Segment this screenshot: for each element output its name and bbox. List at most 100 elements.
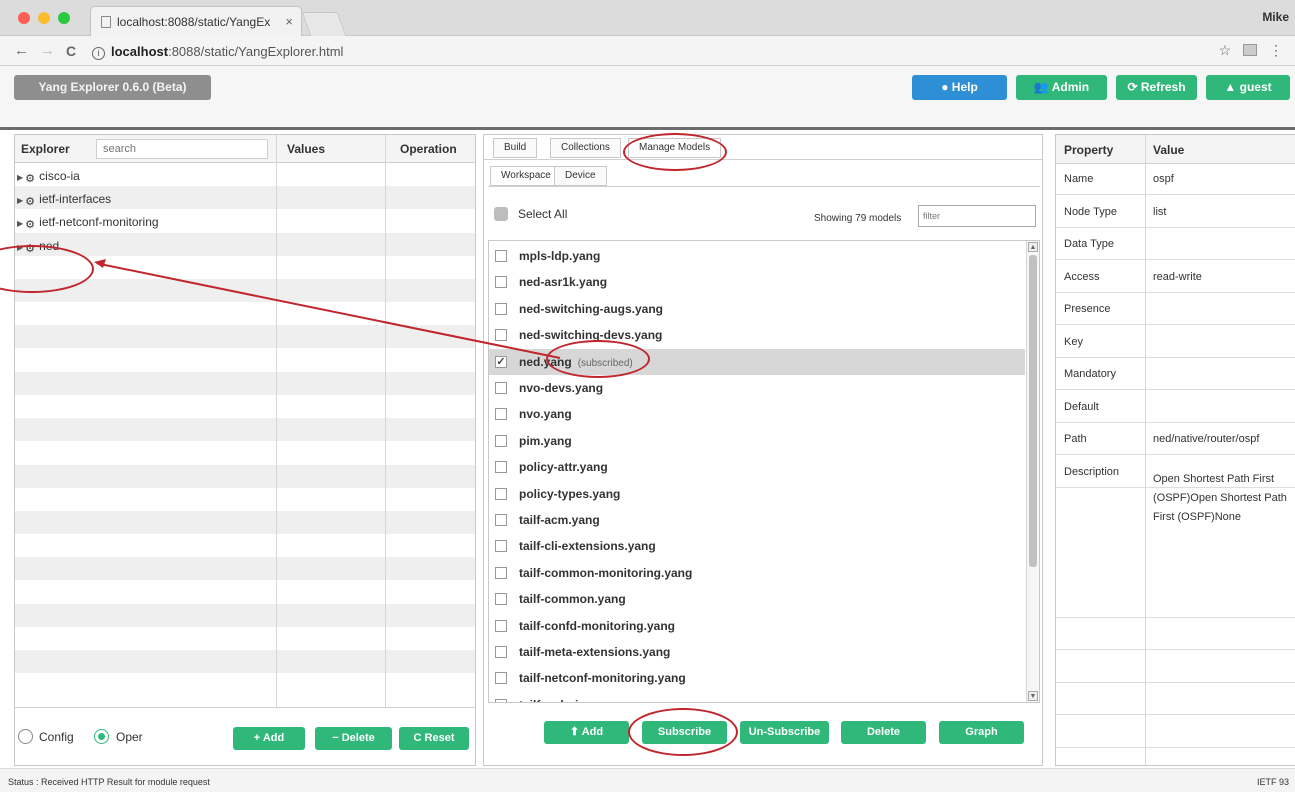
values-column-header: Values (287, 142, 326, 156)
model-checkbox[interactable] (495, 540, 507, 553)
admin-label: Admin (1051, 80, 1090, 94)
add-model-label: Add (581, 726, 604, 738)
model-list-item[interactable]: nvo.yang (489, 401, 1025, 427)
scroll-thumb[interactable] (1029, 255, 1037, 567)
add-model-button[interactable]: ⬆ Add (544, 721, 629, 744)
select-all-control[interactable]: Select All (494, 207, 567, 221)
browser-user-name[interactable]: Mike (1262, 10, 1289, 24)
explorer-delete-button[interactable]: − Delete (315, 727, 392, 750)
tab-collections[interactable]: Collections (550, 138, 621, 158)
tab-build[interactable]: Build (493, 138, 538, 158)
app-brand: Yang Explorer 0.6.0 (Beta) (14, 75, 211, 100)
tab-close-icon[interactable]: × (285, 14, 293, 29)
expand-arrow-icon[interactable]: ▶ (17, 173, 23, 182)
config-radio[interactable] (18, 729, 33, 744)
browser-menu-icon[interactable]: ⋮ (1269, 42, 1283, 58)
tree-node[interactable]: ▶ ⚙ cisco-ia (17, 169, 80, 185)
scroll-down-icon[interactable]: ▼ (1028, 691, 1038, 701)
model-checkbox[interactable] (495, 382, 507, 394)
browser-tab[interactable]: localhost:8088/static/YangEx × (90, 6, 302, 36)
url-field[interactable]: i localhost:8088/static/YangExplorer.html (92, 44, 343, 60)
property-row: Data Type (1056, 229, 1295, 261)
model-checkbox[interactable] (495, 276, 507, 289)
select-all-checkbox[interactable] (494, 207, 508, 221)
annotation-circle-subscribed (546, 340, 650, 378)
subtab-device[interactable]: Device (554, 166, 607, 186)
model-list-item[interactable]: mpls-ldp.yang (489, 243, 1025, 269)
property-row: Presence (1056, 294, 1295, 326)
model-checkbox[interactable] (495, 514, 507, 526)
tree-node-label: cisco-ia (39, 169, 80, 183)
address-bar: ← → C i localhost:8088/static/YangExplore… (0, 36, 1295, 66)
model-list-item[interactable]: tailf-common.yang (489, 586, 1025, 612)
explorer-row (15, 488, 475, 511)
property-row (1056, 619, 1295, 651)
property-key: Node Type (1064, 205, 1118, 218)
model-checkbox[interactable] (495, 329, 507, 342)
maximize-window-button[interactable] (58, 12, 70, 24)
model-name: ned-switching-augs.yang (519, 301, 664, 316)
property-header: Property Value (1056, 135, 1295, 164)
explorer-add-button[interactable]: + Add (233, 727, 305, 750)
model-checkbox[interactable] (495, 619, 507, 632)
model-list-item[interactable]: tailf-meta-extensions.yang (489, 639, 1025, 665)
delete-model-button[interactable]: Delete (841, 721, 926, 744)
property-row: Path ned/native/router/ospf (1056, 424, 1295, 456)
expand-arrow-icon[interactable]: ▶ (17, 219, 23, 228)
model-checkbox[interactable] (495, 698, 507, 702)
tree-node[interactable]: ▶ ⚙ ietf-interfaces (17, 192, 111, 208)
model-checkbox[interactable] (495, 566, 507, 579)
new-tab-button[interactable] (301, 12, 347, 36)
models-scrollbar[interactable]: ▲ ▼ (1026, 241, 1039, 702)
model-list-item[interactable]: tailf-acm.yang (489, 507, 1025, 533)
unsubscribe-button[interactable]: Un-Subscribe (740, 721, 829, 744)
close-window-button[interactable] (18, 12, 30, 24)
model-checkbox[interactable] (495, 302, 507, 315)
property-row: Node Type list (1056, 197, 1295, 228)
bookmark-star-icon[interactable]: ☆ (1219, 42, 1232, 58)
model-list-item[interactable]: nvo-devs.yang (489, 375, 1025, 401)
model-checkbox[interactable] (495, 672, 507, 685)
model-checkbox[interactable] (495, 487, 507, 500)
forward-arrow-icon[interactable]: → (40, 42, 55, 59)
model-list-item[interactable]: ned-switching-augs.yang (489, 296, 1025, 322)
refresh-button[interactable]: ⟳ Refresh (1116, 75, 1197, 100)
model-checkbox[interactable]: ✓ (495, 355, 507, 368)
tree-node[interactable]: ▶ ⚙ ietf-netconf-monitoring (17, 215, 159, 231)
model-list-item[interactable]: tailf-webui.yang (489, 692, 1025, 702)
model-checkbox[interactable] (495, 250, 507, 262)
model-list-item[interactable]: tailf-common-monitoring.yang (489, 560, 1025, 586)
explorer-reset-button[interactable]: C Reset (399, 727, 469, 750)
model-list-item[interactable]: ned-asr1k.yang (489, 269, 1025, 295)
admin-button[interactable]: 👥 Admin (1016, 75, 1107, 100)
model-checkbox[interactable] (495, 434, 507, 447)
tree-node-label: ietf-netconf-monitoring (39, 215, 159, 230)
subtab-workspace[interactable]: Workspace (490, 166, 562, 186)
model-checkbox[interactable] (495, 461, 507, 474)
tab-title: localhost:8088/static/YangEx (117, 15, 271, 29)
model-list-item[interactable]: policy-types.yang (489, 481, 1025, 507)
module-icon: ⚙ (25, 173, 36, 185)
oper-radio[interactable] (94, 729, 109, 744)
model-checkbox[interactable] (495, 646, 507, 658)
model-list-item[interactable]: pim.yang (489, 428, 1025, 454)
extension-icon[interactable] (1243, 44, 1258, 56)
user-button[interactable]: ▲ guest (1206, 75, 1290, 100)
model-list-item[interactable]: tailf-netconf-monitoring.yang (489, 665, 1025, 691)
operation-column-header: Operation (400, 142, 457, 156)
model-list-item[interactable]: tailf-confd-monitoring.yang (489, 613, 1025, 639)
minimize-window-button[interactable] (38, 12, 50, 24)
explorer-search-input[interactable] (96, 139, 268, 159)
reload-icon[interactable]: C (66, 43, 76, 59)
help-button[interactable]: ● Help (912, 75, 1007, 100)
info-icon[interactable]: i (92, 47, 105, 60)
model-checkbox[interactable] (495, 408, 507, 421)
expand-arrow-icon[interactable]: ▶ (17, 196, 23, 205)
graph-button[interactable]: Graph (939, 721, 1024, 744)
models-filter-input[interactable] (918, 205, 1036, 227)
back-arrow-icon[interactable]: ← (14, 42, 29, 59)
scroll-up-icon[interactable]: ▲ (1028, 242, 1038, 252)
model-list-item[interactable]: policy-attr.yang (489, 454, 1025, 480)
model-list-item[interactable]: tailf-cli-extensions.yang (489, 533, 1025, 559)
model-checkbox[interactable] (495, 593, 507, 606)
